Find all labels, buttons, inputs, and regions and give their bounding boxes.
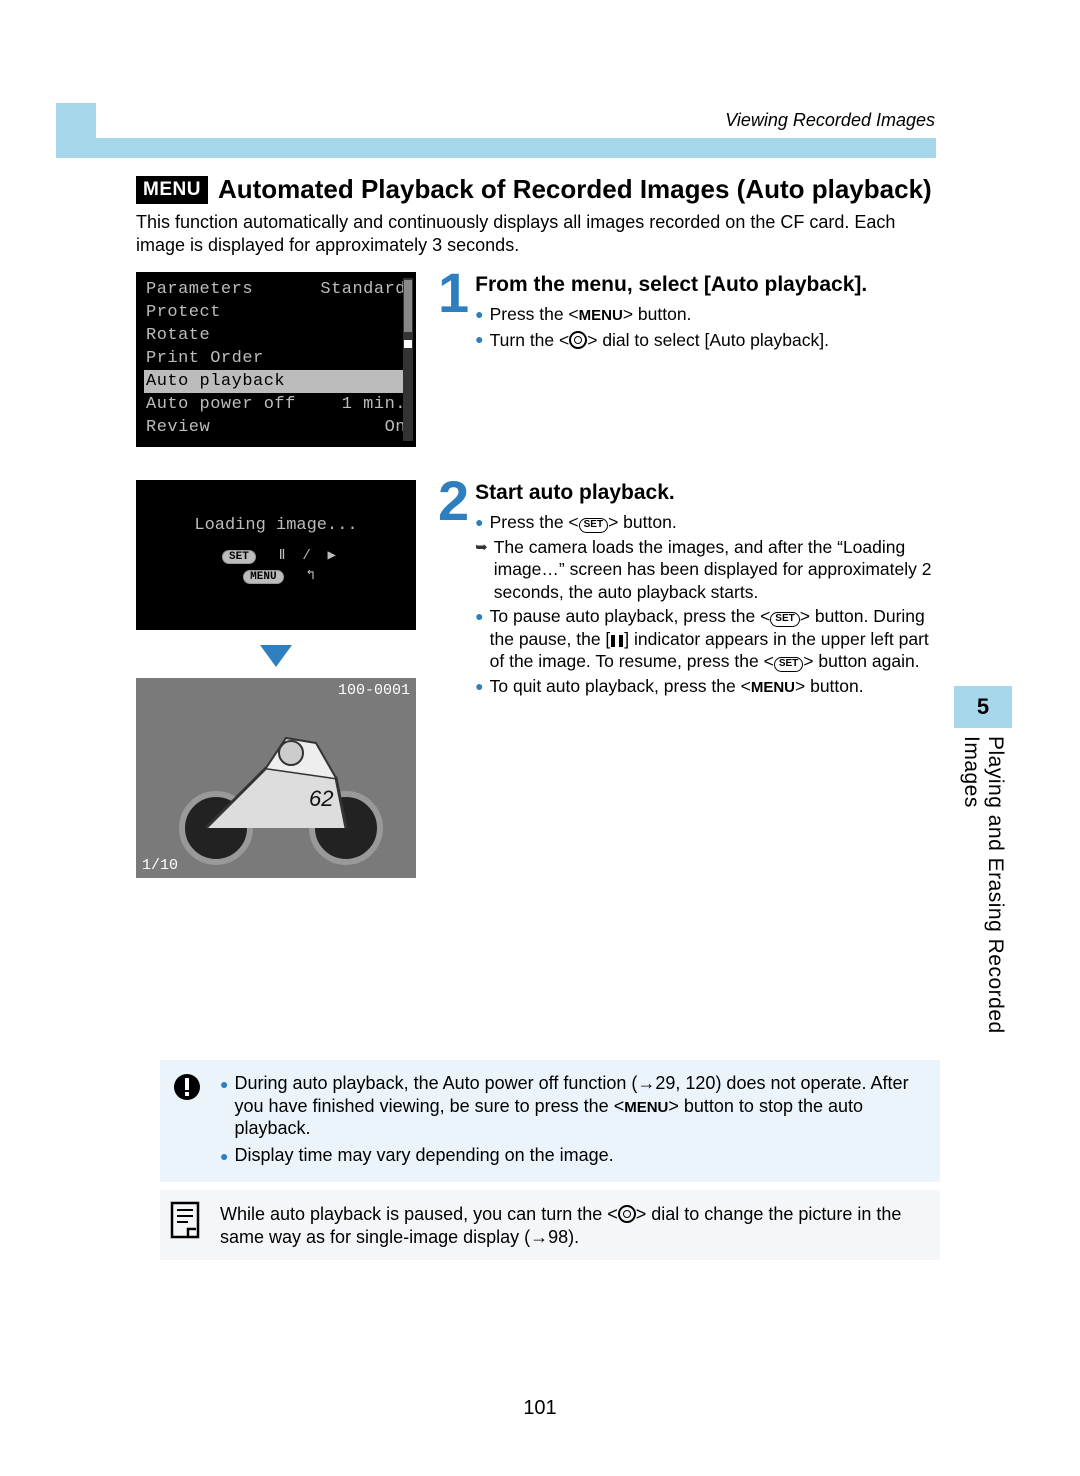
instruction-bullet: ●Turn the <> dial to select [Auto playba… <box>475 328 867 351</box>
menu-item: Rotate <box>144 324 408 347</box>
chapter-title-vertical: Playing and Erasing Recorded Images <box>959 736 1007 1096</box>
page-number: 101 <box>0 1397 1080 1420</box>
motorcycle-illustration: <циrcle cx="80" cy="150" r="34" fill="#2… <box>136 678 416 878</box>
menu-item: Print Order <box>144 347 408 370</box>
header-accent-bar <box>56 138 936 158</box>
tip-note: While auto playback is paused, you can t… <box>160 1190 940 1260</box>
menu-item: Auto playback <box>144 370 408 393</box>
note-icon <box>168 1200 202 1240</box>
instruction-bullet: ●Press the <MENU> button. <box>475 303 867 325</box>
running-head: Viewing Recorded Images <box>725 110 935 131</box>
set-icon: SET <box>774 657 803 672</box>
chapter-number-tab: 5 <box>954 686 1012 728</box>
intro-paragraph: This function automatically and continuo… <box>136 211 940 256</box>
file-number: 100-0001 <box>338 682 410 699</box>
caution-note: ●During auto playback, the Auto power of… <box>160 1060 940 1182</box>
page-title: Automated Playback of Recorded Images (A… <box>218 174 932 205</box>
menu-button-label: MENU <box>243 570 283 584</box>
set-icon: SET <box>579 518 608 533</box>
pause-icon <box>611 635 623 647</box>
page-title-row: MENU Automated Playback of Recorded Imag… <box>136 174 940 205</box>
loading-screenshot: Loading image... SET Ⅱ / ▶ MENU ↰ <box>136 480 416 630</box>
arrow-down-icon <box>260 645 292 667</box>
step-2-title: Start auto playback. <box>475 480 940 505</box>
instruction-bullet: ●Press the <SET> button. <box>475 511 940 534</box>
dial-icon <box>618 1205 636 1223</box>
menu-badge: MENU <box>136 176 208 204</box>
image-counter: 1/10 <box>142 857 178 874</box>
step-2-section: Loading image... SET Ⅱ / ▶ MENU ↰ 2 Star… <box>136 480 940 700</box>
chapter-sidebar: 5 Playing and Erasing Recorded Images <box>954 686 1012 1096</box>
svg-text:62: 62 <box>309 786 333 811</box>
caution-bullet: ●During auto playback, the Auto power of… <box>220 1072 926 1140</box>
caution-bullet: ●Display time may vary depending on the … <box>220 1144 926 1167</box>
playback-photo: <циrcle cx="80" cy="150" r="34" fill="#2… <box>136 678 416 878</box>
instruction-bullet: ●To pause auto playback, press the <SET>… <box>475 605 940 673</box>
camera-menu-screenshot: ParametersStandardProtectRotatePrint Ord… <box>136 272 416 447</box>
menu-item: ParametersStandard <box>144 278 408 301</box>
set-icon: SET <box>770 612 799 627</box>
step-number-2: 2 <box>438 476 469 526</box>
step-1-section: ParametersStandardProtectRotatePrint Ord… <box>136 272 940 447</box>
tip-text: While auto playback is paused, you can t… <box>220 1202 926 1248</box>
menu-item: Auto power off1 min. <box>144 393 408 416</box>
step-number-1: 1 <box>438 268 469 318</box>
set-button-label: SET <box>222 550 256 564</box>
instruction-bullet: ●To quit auto playback, press the <MENU>… <box>475 675 940 697</box>
loading-text: Loading image... <box>136 516 416 535</box>
step-1-title: From the menu, select [Auto playback]. <box>475 272 867 297</box>
scrollbar-icon <box>403 278 413 441</box>
menu-item: Protect <box>144 301 408 324</box>
instruction-bullet: ➥The camera loads the images, and after … <box>475 536 940 603</box>
caution-icon <box>172 1072 202 1112</box>
dial-icon <box>569 331 587 349</box>
menu-item: ReviewOn <box>144 416 408 439</box>
